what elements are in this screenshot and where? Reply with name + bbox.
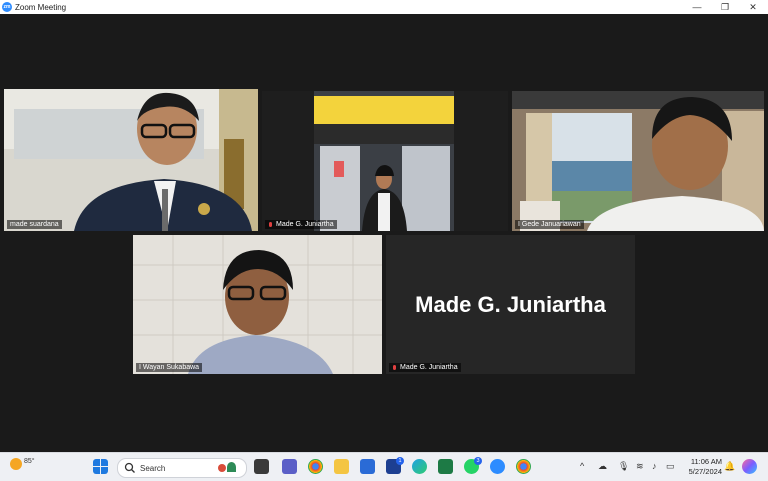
tray-chevron-up-icon[interactable]: ^ [580, 461, 584, 471]
meeting-stage: made suardana Made G. Juniartha I Gede J… [0, 14, 768, 452]
volume-icon[interactable]: ♪ [652, 461, 657, 471]
participant-name-tag: made suardana [7, 220, 62, 229]
tray-cloud-icon[interactable]: ☁ [598, 461, 607, 472]
mic-muted-icon [268, 221, 273, 228]
task-view-icon[interactable] [254, 459, 269, 474]
store-icon[interactable] [360, 459, 375, 474]
search-icon [124, 462, 135, 473]
copilot-icon[interactable] [742, 459, 757, 474]
window-title: Zoom Meeting [15, 2, 67, 12]
minimize-button[interactable]: — [682, 0, 712, 14]
restore-button[interactable]: ❐ [710, 0, 740, 14]
tray-mic-icon[interactable]: 🎙 [618, 461, 629, 472]
windows-start-icon[interactable] [93, 459, 108, 474]
teams-icon[interactable] [282, 459, 297, 474]
window-titlebar: zm Zoom Meeting — ❐ ✕ [0, 0, 768, 14]
search-highlight-icon [218, 462, 240, 473]
search-placeholder: Search [140, 463, 166, 473]
participant-name: Made G. Juniartha [400, 364, 458, 371]
video-tile-made-suardana[interactable]: made suardana [4, 89, 258, 231]
mic-muted-icon [392, 364, 397, 371]
wifi-icon[interactable]: ≋ [636, 461, 644, 472]
chrome-icon[interactable] [308, 459, 323, 474]
participant-video [4, 89, 258, 231]
zoom-logo-icon: zm [2, 2, 12, 12]
edge-icon[interactable] [412, 459, 427, 474]
participant-video [512, 91, 764, 231]
battery-icon[interactable]: ▭ [666, 461, 675, 472]
taskbar: 85° Search 1 3 ^ ☁ 🎙 ≋ ♪ ▭ 11:06 AM 5/27… [0, 452, 768, 481]
close-button[interactable]: ✕ [738, 0, 768, 14]
video-tile-wayan-sukabawa[interactable]: I Wayan Sukabawa [133, 235, 382, 374]
weather-widget[interactable]: 85° [10, 458, 35, 470]
notification-bell-icon[interactable]: 🔔 [724, 461, 735, 472]
participant-video [133, 235, 382, 374]
file-explorer-icon[interactable] [334, 459, 349, 474]
l-app-badge: 1 [396, 457, 404, 465]
taskbar-search-box[interactable]: Search [117, 458, 247, 478]
video-tile-gede-januariawan[interactable]: I Gede Januariawan [512, 91, 764, 231]
participant-name-tag: Made G. Juniartha [265, 220, 337, 229]
weather-temp: 85° [24, 457, 35, 465]
clock-time: 11:06 AM [690, 457, 722, 466]
participant-display-name: Made G. Juniartha [415, 291, 606, 317]
participant-name-tag: Made G. Juniartha [389, 363, 461, 372]
clock-date: 5/27/2024 [688, 467, 722, 476]
participant-name: I Gede Januariawan [518, 221, 581, 228]
whatsapp-badge: 3 [474, 457, 482, 465]
participant-name-tag: I Wayan Sukabawa [136, 363, 203, 372]
participant-name: I Wayan Sukabawa [139, 364, 200, 371]
participant-video [314, 91, 454, 231]
taskbar-clock[interactable]: 11:06 AM 5/27/2024 [689, 457, 722, 477]
chrome-profile-icon[interactable] [516, 459, 531, 474]
weather-sun-icon [10, 458, 22, 470]
video-off-tile-made-juniartha[interactable]: Made G. Juniartha Made G. Juniartha [386, 235, 635, 374]
excel-icon[interactable] [438, 459, 453, 474]
video-tile-made-juniartha[interactable]: Made G. Juniartha [262, 91, 508, 231]
participant-name: Made G. Juniartha [276, 221, 334, 228]
participant-name: made suardana [10, 221, 59, 228]
zoom-taskbar-icon[interactable] [490, 459, 505, 474]
participant-name-tag: I Gede Januariawan [515, 220, 584, 229]
